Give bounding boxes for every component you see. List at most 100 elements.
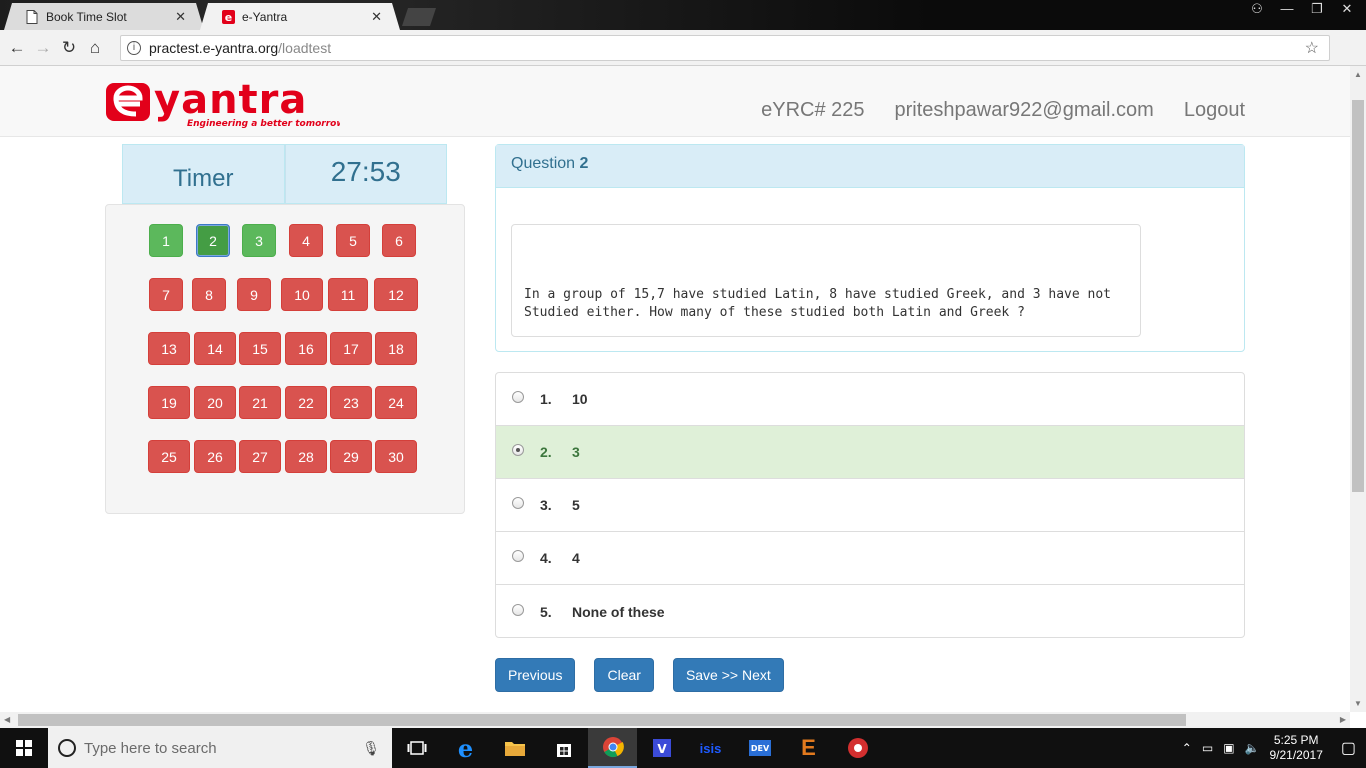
question-button-22[interactable]: 22 — [285, 386, 327, 419]
system-tray: ⌃ ▭ ▣ 🔈 5:25 PM 9/21/2017 ▢ — [1182, 728, 1356, 768]
minimize-icon[interactable]: — — [1276, 0, 1298, 18]
question-button-4[interactable]: 4 — [289, 224, 323, 257]
horizontal-scrollbar[interactable]: ◀ ▶ — [0, 712, 1350, 728]
question-button-11[interactable]: 11 — [328, 278, 368, 311]
url-host: practest.e-yantra.org — [149, 40, 279, 56]
question-button-2[interactable]: 2 — [196, 224, 230, 257]
clock[interactable]: 5:25 PM 9/21/2017 — [1269, 733, 1322, 763]
file-explorer-icon[interactable] — [490, 728, 539, 768]
store-icon[interactable] — [539, 728, 588, 768]
vertical-scrollbar[interactable]: ▲ ▼ — [1350, 66, 1366, 712]
question-button-23[interactable]: 23 — [330, 386, 372, 419]
question-button-5[interactable]: 5 — [336, 224, 370, 257]
question-button-21[interactable]: 21 — [239, 386, 281, 419]
battery-icon[interactable]: ▭ — [1202, 741, 1213, 755]
option-number: 3. — [540, 497, 552, 513]
scroll-up-icon[interactable]: ▲ — [1354, 70, 1362, 79]
horizontal-scroll-thumb[interactable] — [18, 714, 1186, 726]
tab-e-yantra[interactable]: e e-Yantra ✕ — [200, 3, 400, 30]
network-icon[interactable]: ▣ — [1223, 741, 1234, 755]
e-app-icon[interactable]: E — [784, 728, 833, 768]
question-button-29[interactable]: 29 — [330, 440, 372, 473]
close-icon[interactable]: ✕ — [371, 9, 382, 25]
scroll-right-icon[interactable]: ▶ — [1340, 715, 1346, 724]
reload-icon[interactable]: ↻ — [56, 38, 82, 58]
forward-arrow-icon[interactable]: → — [30, 38, 56, 58]
question-button-13[interactable]: 13 — [148, 332, 190, 365]
radio-button[interactable] — [512, 391, 524, 403]
question-button-9[interactable]: 9 — [237, 278, 271, 311]
question-button-20[interactable]: 20 — [194, 386, 236, 419]
question-button-19[interactable]: 19 — [148, 386, 190, 419]
question-button-14[interactable]: 14 — [194, 332, 236, 365]
radio-button[interactable] — [512, 603, 524, 616]
question-button-28[interactable]: 28 — [285, 440, 327, 473]
answer-option-2[interactable]: 2. 3 — [496, 426, 1244, 479]
action-buttons: Previous Clear Save >> Next — [495, 658, 784, 692]
radio-button[interactable] — [512, 550, 524, 562]
question-button-24[interactable]: 24 — [375, 386, 417, 419]
question-button-15[interactable]: 15 — [239, 332, 281, 365]
chrome-icon[interactable] — [588, 728, 637, 768]
tab-book-time-slot[interactable]: Book Time Slot ✕ — [4, 3, 204, 30]
question-button-16[interactable]: 16 — [285, 332, 327, 365]
tab-title: Book Time Slot — [46, 9, 127, 24]
option-text: 5 — [572, 497, 580, 513]
microphone-icon[interactable]: 🎙 — [362, 740, 380, 757]
dev-cpp-icon[interactable]: DEV — [735, 728, 784, 768]
maximize-icon[interactable]: ❐ — [1306, 0, 1328, 18]
e-yantra-logo[interactable]: yantra Engineering a better tomorrow — [106, 77, 345, 129]
visual-studio-icon[interactable]: V — [637, 728, 686, 768]
red-app-icon[interactable] — [833, 728, 882, 768]
volume-icon[interactable]: 🔈 — [1245, 741, 1260, 755]
question-button-1[interactable]: 1 — [149, 224, 183, 257]
question-button-12[interactable]: 12 — [374, 278, 418, 311]
task-view-icon[interactable] — [392, 728, 441, 768]
site-navbar: yantra Engineering a better tomorrow eYR… — [0, 66, 1350, 137]
question-button-10[interactable]: 10 — [281, 278, 323, 311]
clear-button[interactable]: Clear — [594, 658, 654, 692]
info-icon[interactable]: i — [127, 41, 141, 55]
question-button-27[interactable]: 27 — [239, 440, 281, 473]
previous-button[interactable]: Previous — [495, 658, 576, 692]
close-window-icon[interactable]: ✕ — [1336, 0, 1358, 18]
answer-option-1[interactable]: 1. 10 — [496, 373, 1244, 426]
question-button-26[interactable]: 26 — [194, 440, 236, 473]
new-tab-button[interactable] — [402, 8, 436, 26]
scroll-down-icon[interactable]: ▼ — [1354, 699, 1362, 708]
isis-icon[interactable]: isis — [686, 728, 735, 768]
close-icon[interactable]: ✕ — [175, 9, 186, 25]
answer-option-3[interactable]: 3. 5 — [496, 479, 1244, 532]
question-button-18[interactable]: 18 — [375, 332, 417, 365]
question-button-8[interactable]: 8 — [192, 278, 226, 311]
question-button-7[interactable]: 7 — [149, 278, 183, 311]
radio-button[interactable] — [512, 444, 524, 456]
user-icon[interactable]: ⚇ — [1246, 0, 1268, 18]
notifications-icon[interactable]: ▢ — [1341, 738, 1356, 758]
radio-button[interactable] — [512, 497, 524, 509]
user-nav: eYRC# 225 priteshpawar922@gmail.com Logo… — [761, 99, 1245, 122]
scroll-left-icon[interactable]: ◀ — [4, 715, 10, 724]
question-text-line: In a group of 15,7 have studied Latin, 8… — [524, 287, 1111, 302]
question-button-6[interactable]: 6 — [382, 224, 416, 257]
home-icon[interactable]: ⌂ — [82, 38, 108, 58]
bookmark-star-icon[interactable]: ☆ — [1305, 38, 1319, 58]
windows-start-button[interactable] — [0, 728, 48, 768]
answer-option-5[interactable]: 5. None of these — [496, 585, 1244, 637]
taskbar-search[interactable]: Type here to search 🎙 — [48, 728, 392, 768]
svg-text:V: V — [657, 742, 667, 756]
question-button-30[interactable]: 30 — [375, 440, 417, 473]
logout-link[interactable]: Logout — [1184, 99, 1245, 122]
question-button-17[interactable]: 17 — [330, 332, 372, 365]
vertical-scroll-thumb[interactable] — [1352, 100, 1364, 492]
question-button-25[interactable]: 25 — [148, 440, 190, 473]
address-bar[interactable]: i practest.e-yantra.org/loadtest ☆ — [120, 35, 1330, 61]
edge-browser-icon[interactable]: e — [441, 728, 490, 768]
team-id: eYRC# 225 — [761, 99, 865, 121]
answer-option-4[interactable]: 4. 4 — [496, 532, 1244, 585]
back-arrow-icon[interactable]: ← — [4, 38, 30, 58]
timer-label: Timer — [122, 144, 285, 204]
question-button-3[interactable]: 3 — [242, 224, 276, 257]
save-next-button[interactable]: Save >> Next — [672, 658, 784, 692]
chevron-up-icon[interactable]: ⌃ — [1182, 741, 1192, 755]
